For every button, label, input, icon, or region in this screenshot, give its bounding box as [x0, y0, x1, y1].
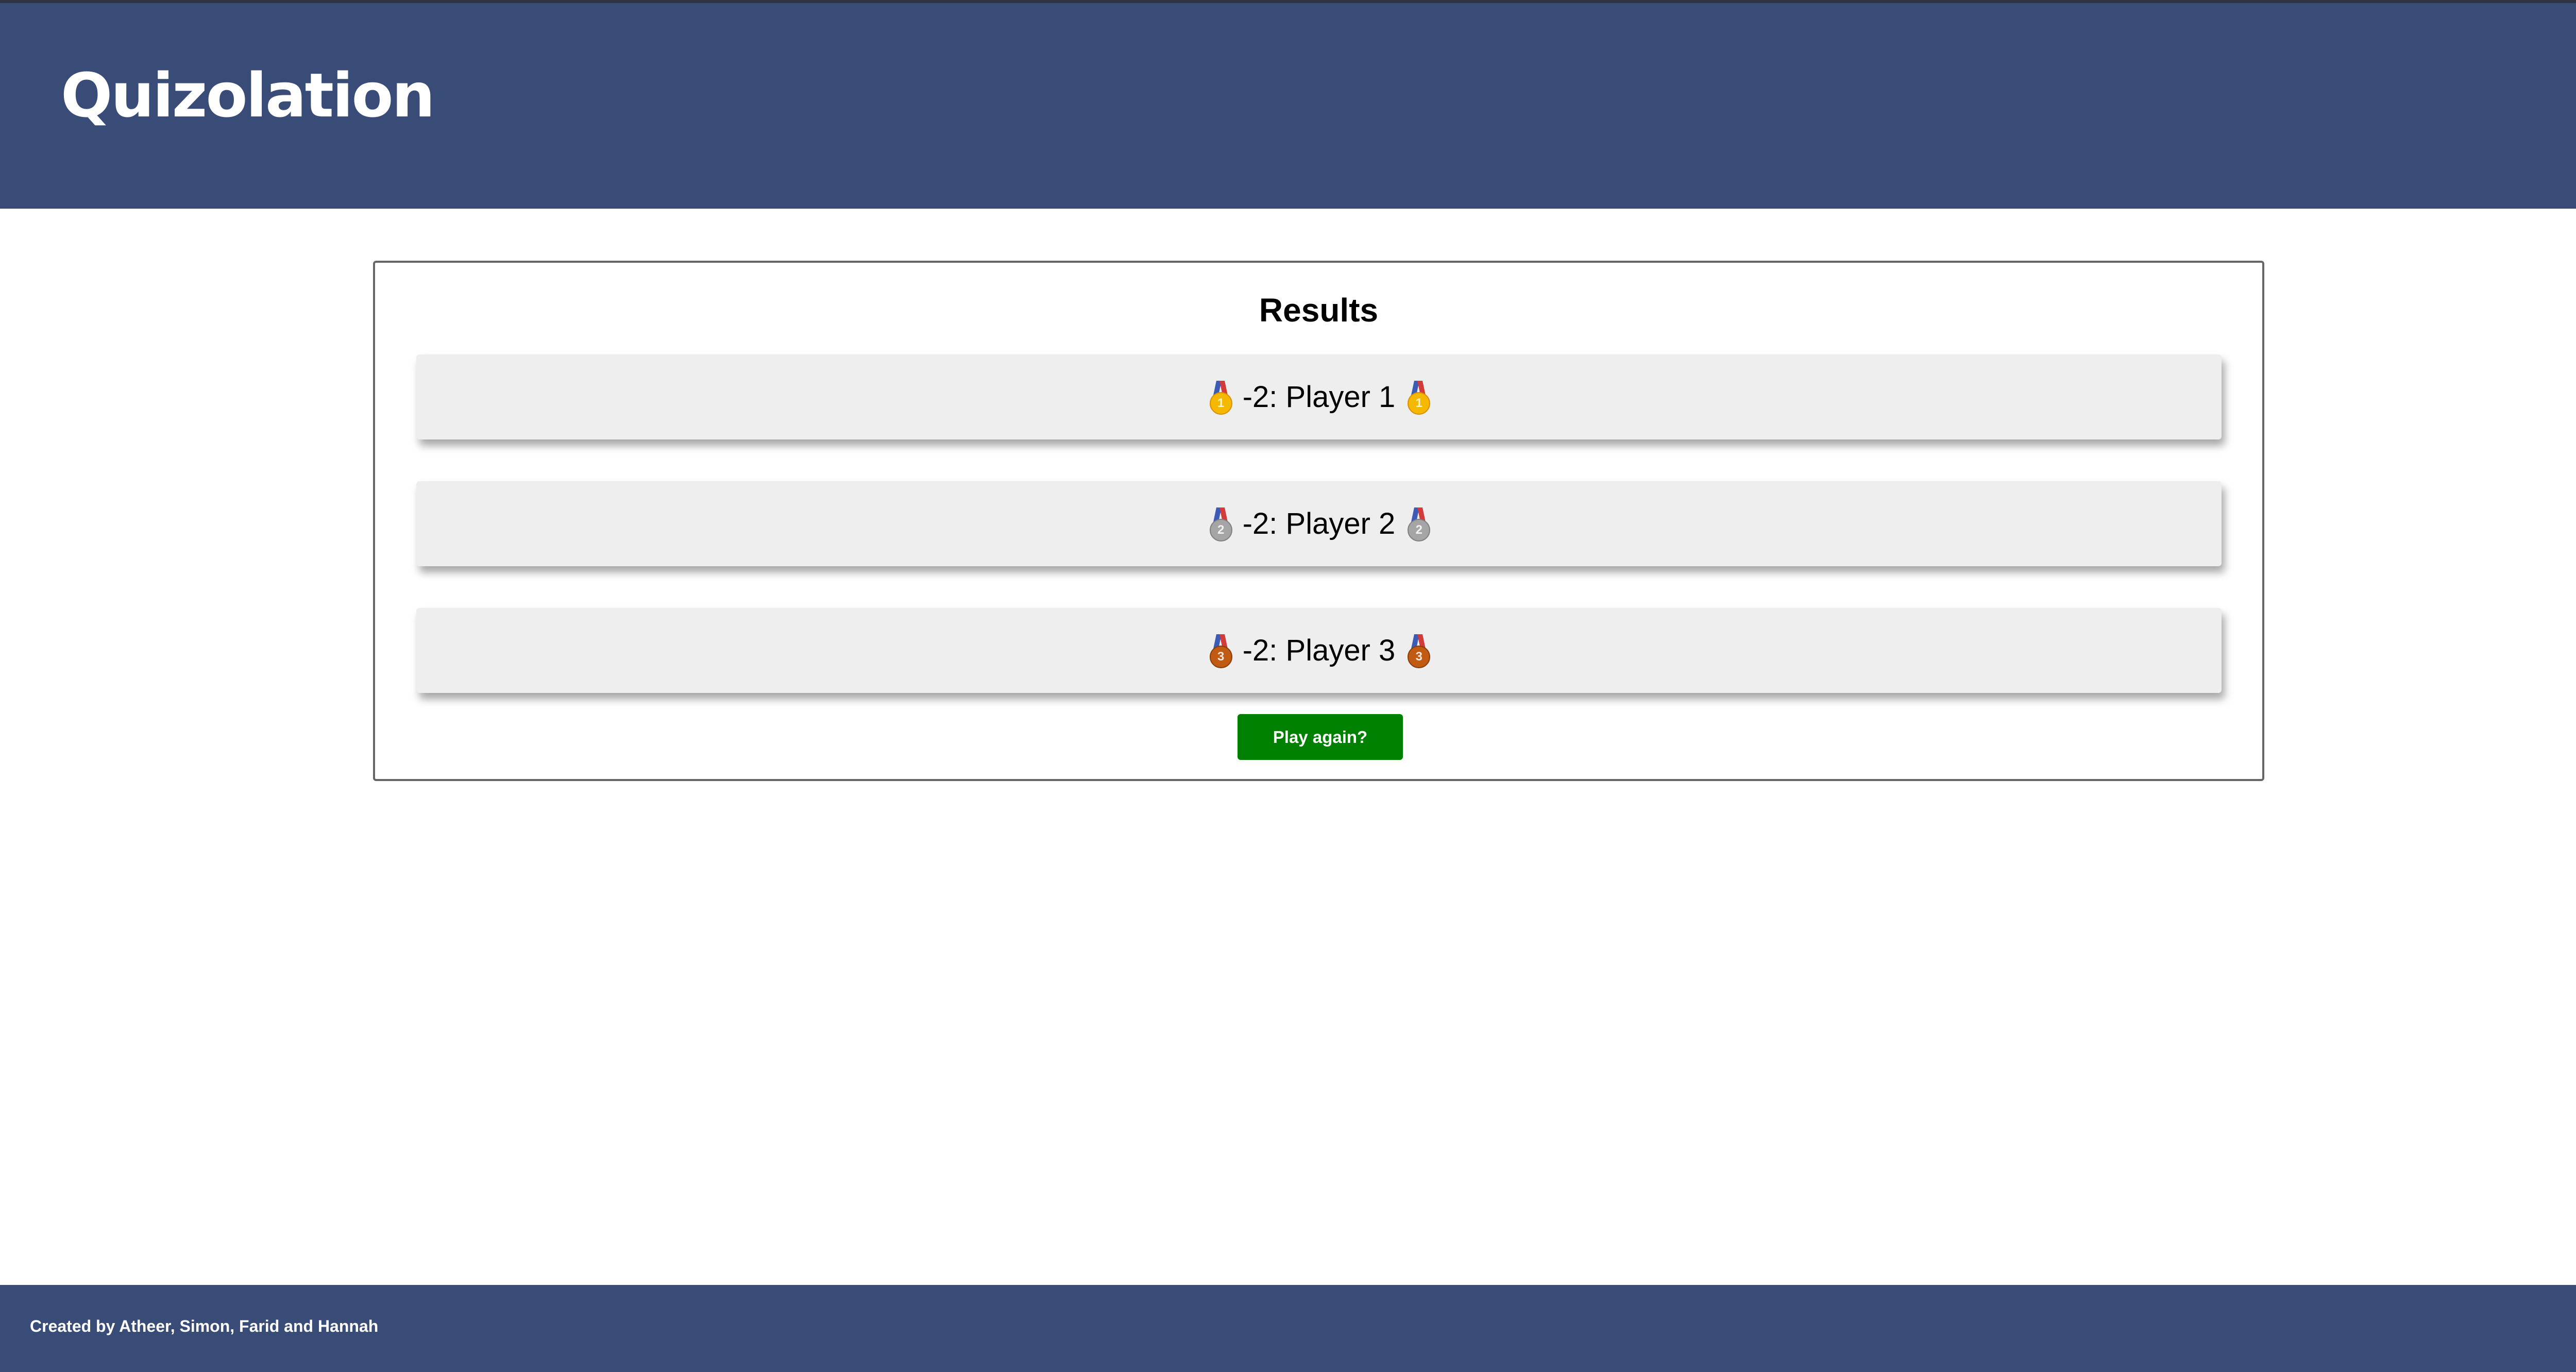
result-row-1: 1 -2: Player 1 1 [416, 354, 2222, 439]
bronze-medal-icon: 3 [1406, 634, 1431, 668]
silver-medal-icon: 2 [1406, 507, 1431, 541]
app-logo: Quizolation [61, 60, 435, 131]
footer-credits: Created by Atheer, Simon, Farid and Hann… [30, 1317, 379, 1335]
results-panel: Results 1 -2: Player 1 1 2 -2: Player 2 … [373, 261, 2264, 781]
gold-medal-icon: 1 [1406, 380, 1431, 415]
result-text: -2: Player 2 [1242, 507, 1396, 540]
bronze-medal-icon: 3 [1209, 634, 1232, 668]
result-row-2: 2 -2: Player 2 2 [416, 481, 2222, 566]
app-footer: Created by Atheer, Simon, Farid and Hann… [0, 1285, 2576, 1372]
result-text: -2: Player 3 [1242, 634, 1396, 667]
silver-medal-icon: 2 [1209, 507, 1232, 541]
result-text: -2: Player 1 [1242, 380, 1396, 414]
gold-medal-icon: 1 [1209, 380, 1232, 415]
play-again-button[interactable]: Play again? [1238, 714, 1403, 760]
app-header: Quizolation [0, 0, 2576, 209]
result-row-3: 3 -2: Player 3 3 [416, 608, 2222, 693]
results-title: Results [1259, 292, 1379, 329]
